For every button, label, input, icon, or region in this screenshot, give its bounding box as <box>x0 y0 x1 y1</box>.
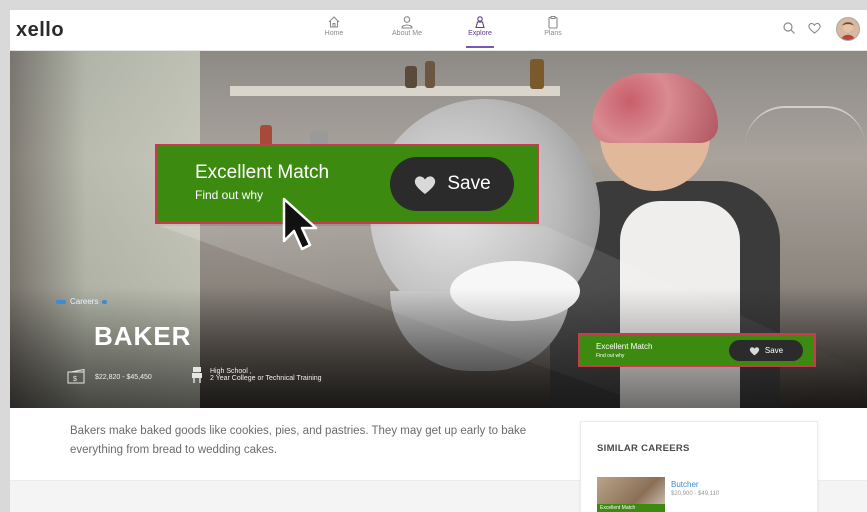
nav-explore-label: Explore <box>468 30 492 37</box>
education-icon <box>192 367 202 383</box>
education-fact: High School , 2 Year College or Technica… <box>190 366 322 384</box>
nav-home-label: Home <box>324 30 344 37</box>
similar-careers-card: SIMILAR CAREERS Excellent Match Butcher … <box>580 421 818 512</box>
explore-icon <box>475 16 485 29</box>
salary-fact: $ $22,820 - $45,450 <box>67 369 152 385</box>
career-description: Bakers make baked goods like cookies, pi… <box>70 425 527 456</box>
career-title: BAKER <box>94 321 192 351</box>
search-icon[interactable] <box>782 21 796 35</box>
similar-career-thumbnail[interactable]: Excellent Match <box>597 477 665 512</box>
active-tab-indicator <box>466 46 494 48</box>
excellent-match-banner[interactable]: Excellent Match Find out why Save <box>578 333 816 367</box>
save-button[interactable]: Save <box>729 340 803 361</box>
breadcrumb[interactable]: Careers <box>56 297 108 306</box>
match-badge: Excellent Match <box>597 504 665 512</box>
careers-dot-icon <box>102 299 108 304</box>
save-label: Save <box>447 173 491 194</box>
clipboard-icon <box>548 16 558 29</box>
avatar[interactable] <box>836 17 860 41</box>
app-frame: xello Home About Me Explore Plans Career… <box>10 10 867 512</box>
match-title: Excellent Match <box>596 342 653 351</box>
hero-photo-shelf <box>230 86 560 96</box>
nav-about-me[interactable]: About Me <box>377 15 437 37</box>
heart-icon <box>749 346 760 355</box>
heart-icon <box>415 175 436 194</box>
save-button[interactable]: Save <box>390 157 514 211</box>
home-icon <box>328 16 340 28</box>
nav-plans[interactable]: Plans <box>523 15 583 37</box>
hero-photo-whisks <box>745 106 865 198</box>
similar-career-link[interactable]: Butcher <box>671 480 699 489</box>
hero-photo-jar <box>530 59 544 89</box>
avatar-image <box>837 18 859 40</box>
nav-about-me-label: About Me <box>392 30 422 37</box>
money-icon: $ <box>67 369 85 384</box>
excellent-match-banner-zoomed[interactable]: Excellent Match Find out why Save <box>155 144 539 224</box>
person-icon <box>401 16 413 29</box>
save-label: Save <box>764 346 784 355</box>
hero-photo-jar <box>405 66 417 88</box>
nav-home[interactable]: Home <box>304 15 364 37</box>
breadcrumb-careers: Careers <box>70 297 99 306</box>
salary-range: $22,820 - $45,450 <box>95 373 152 381</box>
education-line-2: 2 Year College or Technical Training <box>210 375 322 382</box>
nav-plans-label: Plans <box>544 30 562 37</box>
hero-photo-hat <box>592 73 718 143</box>
xello-logo[interactable]: xello <box>16 19 64 42</box>
nav-explore[interactable]: Explore <box>450 15 510 48</box>
education-line-1: High School , <box>210 368 252 375</box>
similar-career-salary: $20,900 - $49,110 <box>671 491 720 497</box>
hero-photo-jar <box>425 61 435 88</box>
careers-dot-icon <box>56 299 66 304</box>
match-title: Excellent Match <box>195 162 330 183</box>
mouse-pointer-icon <box>282 197 318 251</box>
find-out-why-link[interactable]: Find out why <box>195 188 263 202</box>
heart-icon[interactable] <box>807 21 822 35</box>
find-out-why-link[interactable]: Find out why <box>596 353 624 359</box>
similar-careers-heading: SIMILAR CAREERS <box>597 443 690 454</box>
top-nav: xello Home About Me Explore Plans <box>10 10 867 51</box>
svg-text:$: $ <box>73 376 77 383</box>
